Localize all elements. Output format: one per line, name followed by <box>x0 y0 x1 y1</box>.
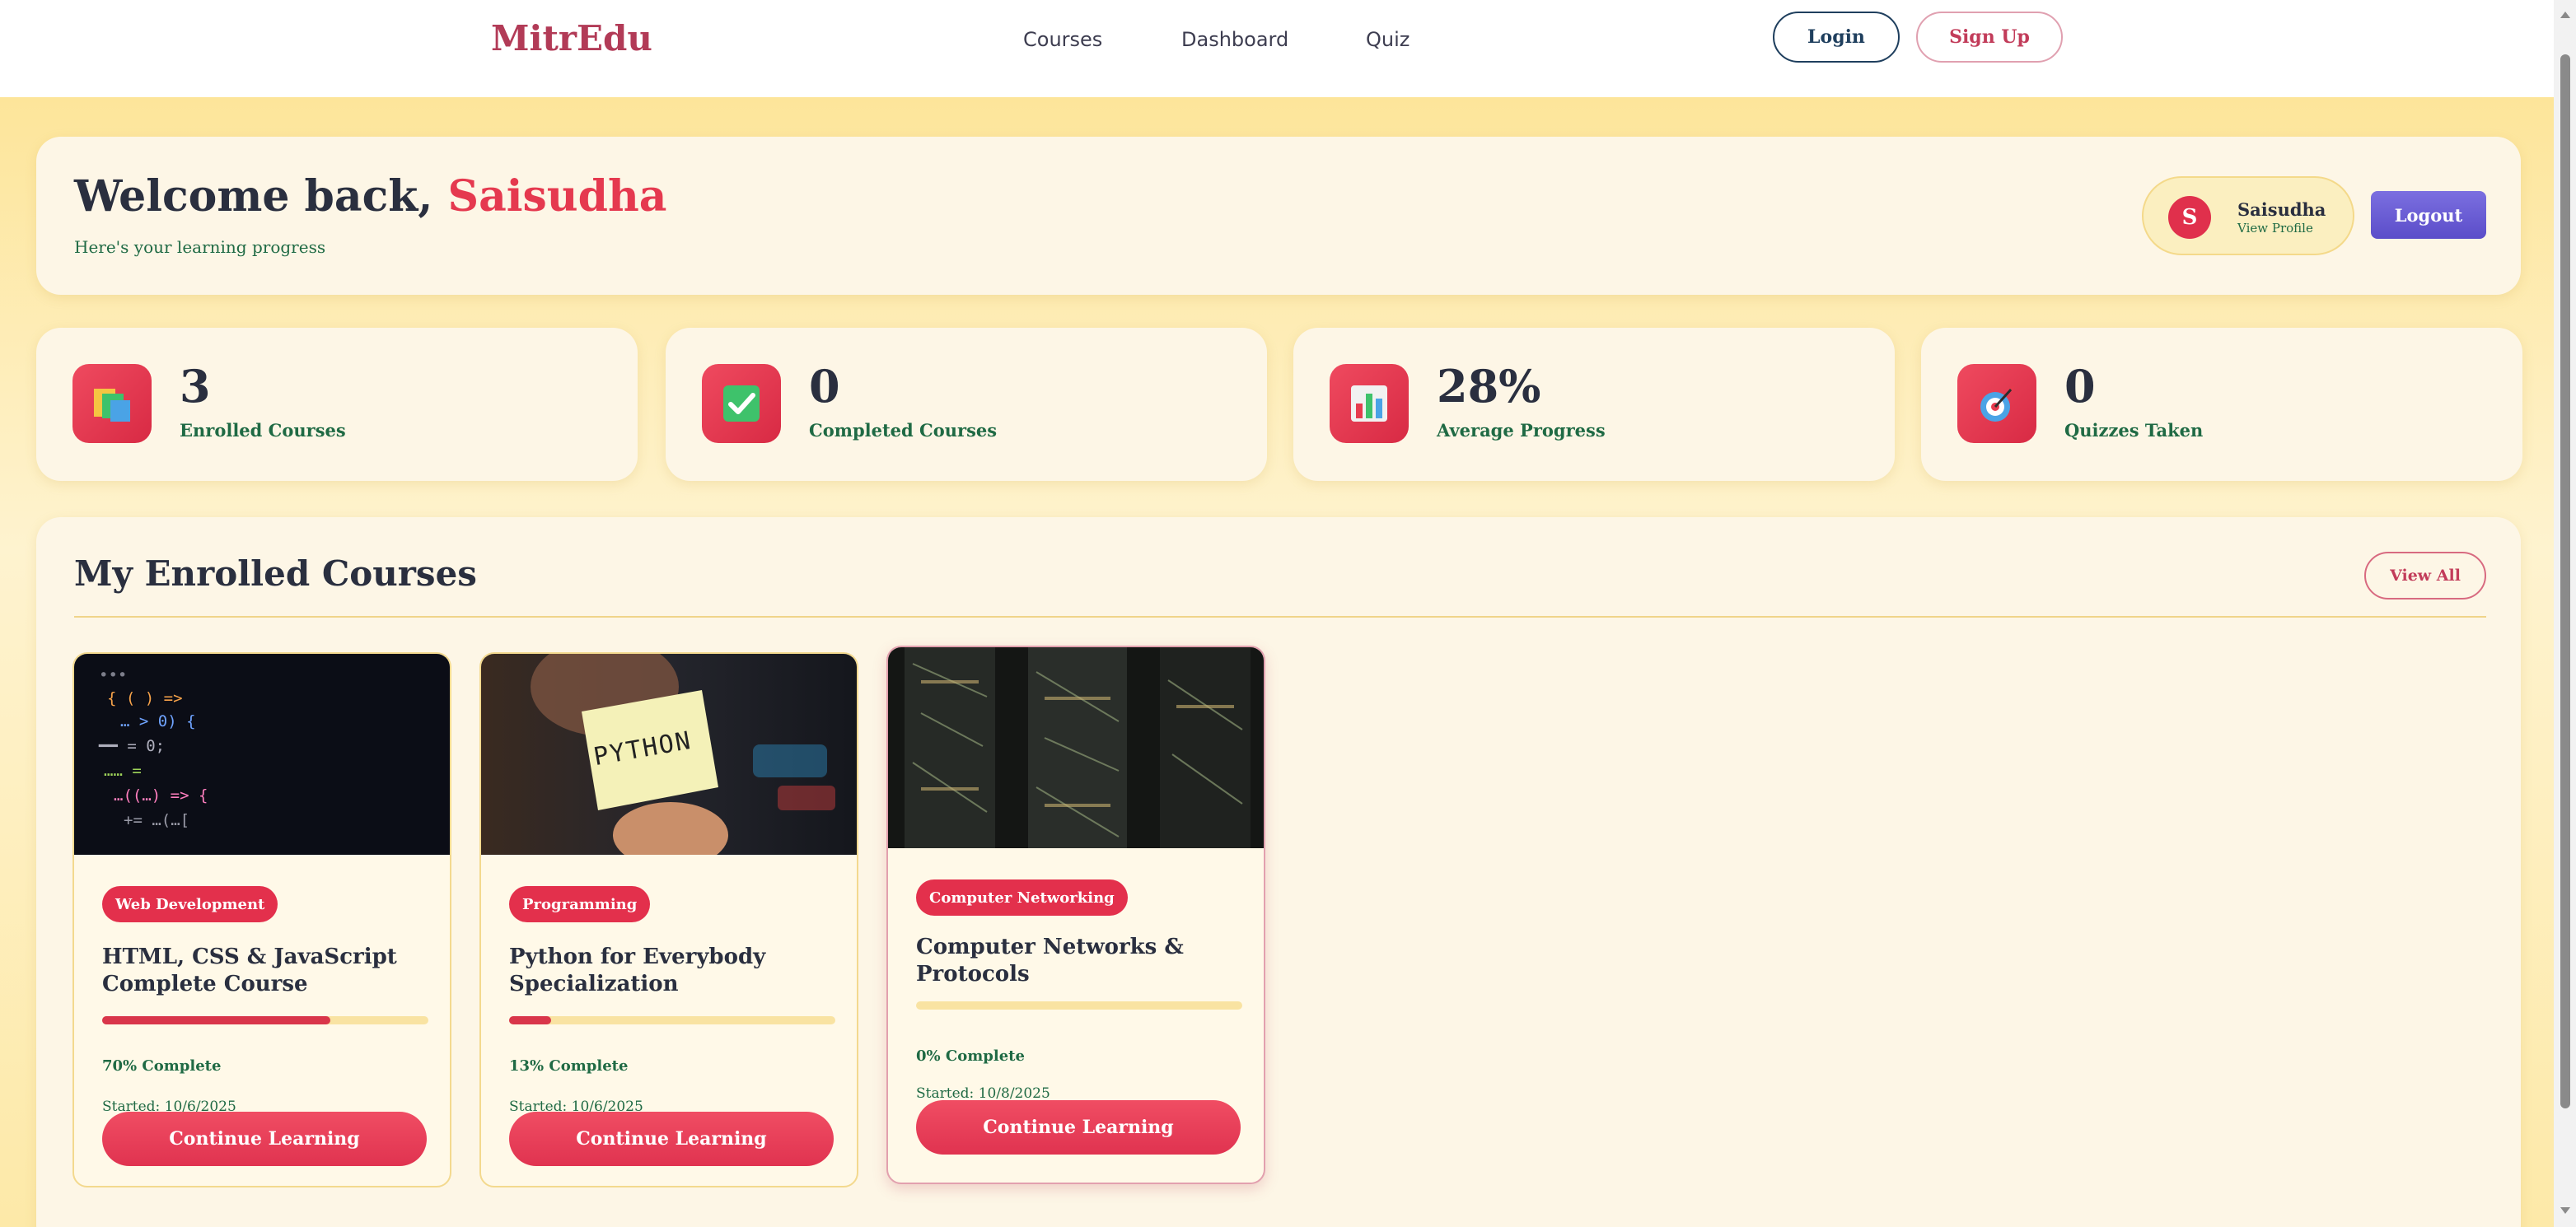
stat-card-enrolled: 3 Enrolled Courses <box>36 328 638 481</box>
progress-bar <box>916 1001 1242 1010</box>
main-content: Welcome back, Saisudha Here's your learn… <box>0 97 2554 1227</box>
svg-text:+= …(…[: += …(…[ <box>124 811 189 829</box>
book-stack-icon <box>72 364 152 443</box>
stat-value: 3 <box>180 360 211 413</box>
stat-value: 0 <box>2064 360 2096 413</box>
progress-fill <box>509 1016 552 1024</box>
course-tag: Programming <box>509 886 651 922</box>
svg-text:… > 0) {: … > 0) { <box>120 712 196 730</box>
signup-button[interactable]: Sign Up <box>1916 12 2063 63</box>
course-thumbnail-code: ••• { ( ) => … > 0) { ━━ = 0; …… = …((…)… <box>74 654 450 855</box>
progress-text: 70% Complete <box>102 1057 222 1075</box>
nav-link-dashboard[interactable]: Dashboard <box>1181 28 1288 51</box>
svg-text:━━ = 0;: ━━ = 0; <box>98 737 165 755</box>
course-title: HTML, CSS & JavaScript Complete Course <box>102 945 397 997</box>
top-nav: MitrEdu Courses Dashboard Quiz Login Sig… <box>0 0 2554 97</box>
continue-learning-button[interactable]: Continue Learning <box>102 1112 427 1166</box>
svg-text:…… =: …… = <box>104 762 142 780</box>
svg-text:•••: ••• <box>99 666 127 684</box>
scrollbar-thumb[interactable] <box>2560 54 2570 1108</box>
course-title: Computer Networks & Protocols <box>916 935 1184 987</box>
stat-label: Enrolled Courses <box>180 420 346 441</box>
target-icon <box>1957 364 2036 443</box>
view-profile-link[interactable]: View Profile <box>2237 221 2313 236</box>
course-thumbnail-server-rack <box>888 647 1264 848</box>
welcome-subtitle: Here's your learning progress <box>74 237 326 257</box>
course-thumbnail-python: PYTHON <box>481 654 857 855</box>
course-title: Python for Everybody Specialization <box>509 945 766 997</box>
course-card-networking[interactable]: Computer Networking Computer Networks & … <box>886 646 1265 1184</box>
profile-pill[interactable]: S Saisudha View Profile <box>2142 176 2354 255</box>
course-card-web-development[interactable]: ••• { ( ) => … > 0) { ━━ = 0; …… = …((…)… <box>72 652 451 1187</box>
course-card-programming[interactable]: PYTHON Programming Python for Everybody … <box>479 652 858 1187</box>
stat-label: Average Progress <box>1437 420 1606 441</box>
stat-card-completed: 0 Completed Courses <box>666 328 1267 481</box>
stat-value: 28% <box>1437 360 1541 413</box>
svg-text:{ ( ) =>: { ( ) => <box>107 689 183 707</box>
stat-label: Completed Courses <box>809 420 998 441</box>
started-date: Started: 10/8/2025 <box>916 1085 1050 1102</box>
stat-label: Quizzes Taken <box>2064 420 2204 441</box>
nav-link-courses[interactable]: Courses <box>1023 28 1102 51</box>
progress-bar <box>102 1016 428 1024</box>
avatar: S <box>2168 196 2211 239</box>
profile-name: Saisudha <box>2237 199 2326 220</box>
stat-value: 0 <box>809 360 840 413</box>
nav-link-quiz[interactable]: Quiz <box>1366 28 1410 51</box>
logout-button[interactable]: Logout <box>2371 191 2486 239</box>
section-divider <box>74 616 2486 618</box>
brand-logo[interactable]: MitrEdu <box>491 18 652 58</box>
bar-chart-icon <box>1330 364 1409 443</box>
stat-card-quizzes: 0 Quizzes Taken <box>1921 328 2522 481</box>
course-tag: Web Development <box>102 886 278 922</box>
progress-text: 0% Complete <box>916 1047 1025 1065</box>
scroll-up-icon[interactable] <box>2560 12 2570 18</box>
user-name: Saisudha <box>447 171 667 222</box>
page-title: Welcome back, Saisudha <box>74 171 666 222</box>
continue-learning-button[interactable]: Continue Learning <box>509 1112 834 1166</box>
progress-bar <box>509 1016 835 1024</box>
course-tag: Computer Networking <box>916 879 1128 916</box>
login-button[interactable]: Login <box>1773 12 1900 63</box>
svg-text:…((…) => {: …((…) => { <box>114 786 208 805</box>
continue-learning-button[interactable]: Continue Learning <box>916 1100 1241 1155</box>
view-all-button[interactable]: View All <box>2364 552 2486 600</box>
welcome-card: Welcome back, Saisudha Here's your learn… <box>36 137 2521 295</box>
greeting-text: Welcome back, <box>74 171 448 222</box>
page-scrollbar[interactable] <box>2554 0 2576 1227</box>
enrolled-courses-section: My Enrolled Courses View All ••• { ( ) =… <box>36 517 2521 1227</box>
section-title: My Enrolled Courses <box>74 553 477 594</box>
progress-fill <box>102 1016 331 1024</box>
stat-card-progress: 28% Average Progress <box>1293 328 1895 481</box>
progress-text: 13% Complete <box>509 1057 629 1075</box>
checkmark-icon <box>702 364 781 443</box>
scroll-down-icon[interactable] <box>2560 1207 2570 1214</box>
